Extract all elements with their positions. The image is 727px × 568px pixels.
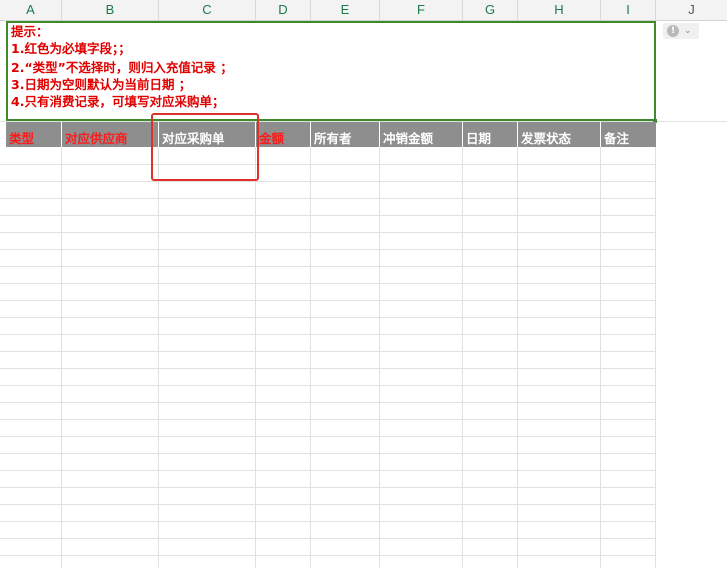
header-cell-owner[interactable]: 所有者 <box>311 122 380 147</box>
header-cell-date[interactable]: 日期 <box>463 122 518 147</box>
chevron-down-icon: ⌄ <box>684 26 692 36</box>
column-header-j[interactable]: J <box>656 0 727 20</box>
header-cell-type[interactable]: 类型 <box>6 122 62 147</box>
header-cell-invoice-status[interactable]: 发票状态 <box>518 122 601 147</box>
column-header-c[interactable]: C <box>159 0 256 20</box>
table-header-row: 类型 对应供应商 对应采购单 金额 所有者 冲销金额 日期 发票状态 备注 <box>6 122 656 147</box>
column-header-e[interactable]: E <box>311 0 380 20</box>
header-cell-amount[interactable]: 金额 <box>256 122 311 147</box>
column-header-i[interactable]: I <box>601 0 656 20</box>
column-header-a[interactable]: A <box>0 0 62 20</box>
header-cell-writeoff-amount[interactable]: 冲销金额 <box>380 122 463 147</box>
highlight-annotation-box <box>151 113 259 181</box>
column-header-d[interactable]: D <box>256 0 311 20</box>
error-indicator-button[interactable]: ! ⌄ <box>663 23 699 39</box>
column-header-f[interactable]: F <box>380 0 463 20</box>
column-header-bar: A B C D E F G H I J <box>0 0 727 21</box>
column-header-h[interactable]: H <box>518 0 601 20</box>
header-cell-supplier[interactable]: 对应供应商 <box>62 122 159 147</box>
column-header-b[interactable]: B <box>62 0 159 20</box>
exclamation-icon: ! <box>667 25 679 37</box>
instruction-note-box[interactable]: 提示： 1.红色为必填字段；； 2.“类型”不选择时，则归入充值记录 ； 3.日… <box>6 21 656 121</box>
column-header-g[interactable]: G <box>463 0 518 20</box>
note-line-1: 1.红色为必填字段；； <box>11 41 131 56</box>
header-cell-remarks[interactable]: 备注 <box>601 122 656 147</box>
note-line-4: 4.只有消费记录，可填写对应采购单； <box>11 94 225 109</box>
